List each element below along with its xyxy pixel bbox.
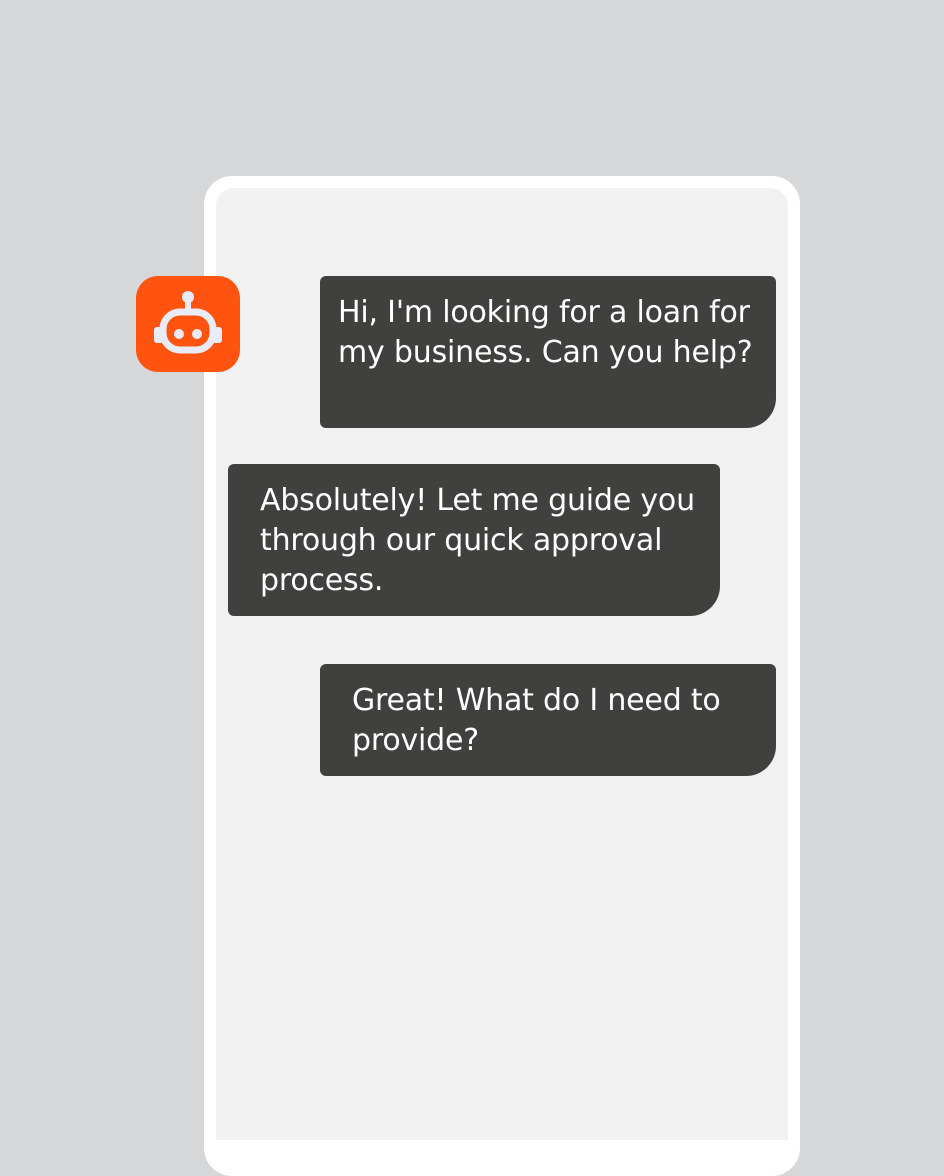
robot-icon bbox=[154, 291, 222, 354]
bot-avatar bbox=[136, 276, 240, 372]
user-message-bubble: Great! What do I need to provide? bbox=[320, 664, 776, 776]
user-message-bubble: Hi, I'm looking for a loan for my busine… bbox=[320, 276, 776, 428]
bot-message-bubble: Absolutely! Let me guide you through our… bbox=[228, 464, 720, 616]
